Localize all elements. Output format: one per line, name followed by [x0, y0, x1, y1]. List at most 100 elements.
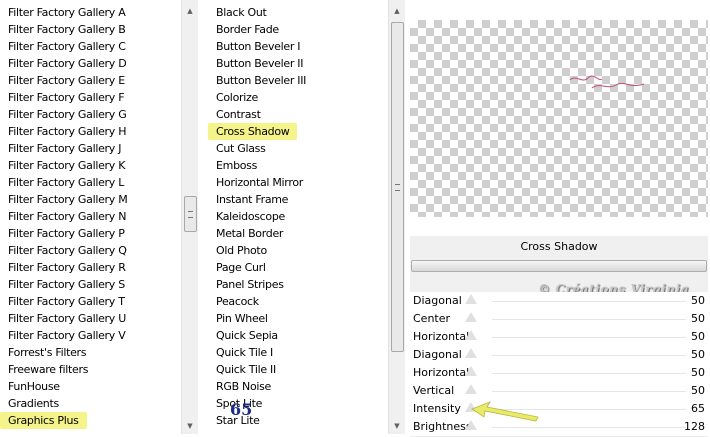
category-item[interactable]: Filter Factory Gallery E — [0, 72, 181, 89]
category-item[interactable]: Filter Factory Gallery N — [0, 208, 181, 225]
arrow-pointer-icon — [471, 401, 539, 422]
progress-bar — [411, 260, 707, 272]
scroll-down-arrow-icon[interactable]: ▼ — [389, 418, 405, 434]
slider-track[interactable] — [492, 301, 686, 302]
category-item[interactable]: Filter Factory Gallery Q — [0, 242, 181, 259]
param-label: Horizontal — [413, 366, 470, 379]
param-row[interactable]: Horizontal 50 — [410, 364, 708, 383]
category-item[interactable]: Filter Factory Gallery K — [0, 157, 181, 174]
category-item[interactable]: Filter Factory Gallery H — [0, 123, 181, 140]
param-row[interactable]: Intensity 65 — [410, 400, 708, 419]
param-row[interactable]: Horizontal 50 — [410, 328, 708, 347]
filter-item[interactable]: RGB Noise — [208, 378, 388, 395]
scroll-thumb[interactable] — [391, 22, 404, 352]
param-label: Intensity — [413, 402, 461, 415]
filter-item[interactable]: Quick Tile I — [208, 344, 388, 361]
param-label: Diagonal — [413, 294, 462, 307]
param-value: 50 — [691, 348, 705, 361]
param-label: Horizontal — [413, 330, 470, 343]
slider-knob-icon[interactable] — [465, 312, 477, 322]
filter-item[interactable]: Emboss — [208, 157, 388, 174]
param-label: Diagonal — [413, 348, 462, 361]
category-item[interactable]: Graphics Plus — [0, 412, 87, 429]
filter-item[interactable]: Instant Frame — [208, 191, 388, 208]
param-row[interactable]: Diagonal 50 — [410, 346, 708, 365]
slider-track[interactable] — [492, 337, 686, 338]
category-item[interactable]: Filter Factory Gallery R — [0, 259, 181, 276]
category-item[interactable]: Filter Factory Gallery P — [0, 225, 181, 242]
param-row[interactable]: Brightness 128 — [410, 418, 708, 437]
filter-list[interactable]: Black Out Border Fade Button Beveler I Butt… — [208, 0, 388, 434]
category-item[interactable]: Filter Factory Gallery V — [0, 327, 181, 344]
param-label: Brightness — [413, 420, 472, 433]
param-value: 50 — [691, 330, 705, 343]
filter-item[interactable]: Quick Sepia — [208, 327, 388, 344]
category-item[interactable]: Filter Factory Gallery D — [0, 55, 181, 72]
filter-title: Cross Shadow — [520, 240, 598, 253]
slider-track[interactable] — [492, 319, 686, 320]
filter-item[interactable]: Pin Wheel — [208, 310, 388, 327]
preview-canvas — [410, 20, 708, 217]
category-item[interactable]: Filter Factory Gallery U — [0, 310, 181, 327]
filter-item[interactable]: Page Curl — [208, 259, 388, 276]
filter-item[interactable]: Cut Glass — [208, 140, 388, 157]
category-item[interactable]: Filter Factory Gallery T — [0, 293, 181, 310]
param-row[interactable]: Diagonal 50 — [410, 292, 708, 311]
category-item[interactable]: Freeware filters — [0, 361, 181, 378]
intensity-callout-value: 65 — [230, 400, 253, 419]
category-item[interactable]: Filter Factory Gallery B — [0, 21, 181, 38]
filter-item[interactable]: Metal Border — [208, 225, 388, 242]
filter-item[interactable]: Button Beveler II — [208, 55, 388, 72]
filter-item[interactable]: Colorize — [208, 89, 388, 106]
scroll-down-arrow-icon[interactable]: ▼ — [182, 418, 198, 434]
filter-item[interactable]: Button Beveler I — [208, 38, 388, 55]
filter-item[interactable]: Cross Shadow — [208, 123, 298, 140]
param-label: Center — [413, 312, 451, 325]
slider-knob-icon[interactable] — [465, 366, 477, 376]
slider-knob-icon[interactable] — [465, 294, 477, 304]
slider-knob-icon[interactable] — [465, 330, 477, 340]
slider-track[interactable] — [492, 391, 686, 392]
slider-knob-icon[interactable] — [465, 384, 477, 394]
param-value: 65 — [691, 402, 705, 415]
slider-track[interactable] — [492, 373, 686, 374]
category-item[interactable]: Filter Factory Gallery G — [0, 106, 181, 123]
param-value: 50 — [691, 384, 705, 397]
category-item[interactable]: Filter Factory Gallery A — [0, 4, 181, 21]
category-item[interactable]: Filter Factory Gallery J — [0, 140, 181, 157]
filter-scrollbar[interactable]: ▲ ▼ — [388, 0, 405, 434]
param-value: 128 — [684, 420, 705, 433]
category-item[interactable]: Forrest's Filters — [0, 344, 181, 361]
category-item[interactable]: Filter Factory Gallery L — [0, 174, 181, 191]
slider-track[interactable] — [492, 355, 686, 356]
filter-item[interactable]: Border Fade — [208, 21, 388, 38]
filter-item[interactable]: Old Photo — [208, 242, 388, 259]
scroll-up-arrow-icon[interactable]: ▲ — [182, 3, 198, 19]
scroll-up-arrow-icon[interactable]: ▲ — [389, 3, 405, 19]
grip-icon — [395, 183, 400, 191]
category-list[interactable]: Filter Factory Gallery A Filter Factory G… — [0, 0, 181, 434]
category-item[interactable]: Filter Factory Gallery S — [0, 276, 181, 293]
param-row[interactable]: Vertical 50 — [410, 382, 708, 401]
settings-panel: Cross Shadow © Créations Virginia Diagon… — [410, 236, 708, 437]
param-value: 50 — [691, 366, 705, 379]
filter-item[interactable]: Black Out — [208, 4, 388, 21]
category-item[interactable]: Gradients — [0, 395, 181, 412]
filter-item[interactable]: Contrast — [208, 106, 388, 123]
filter-item[interactable]: Quick Tile II — [208, 361, 388, 378]
filter-item[interactable]: Button Beveler III — [208, 72, 388, 89]
category-item[interactable]: Filter Factory Gallery F — [0, 89, 181, 106]
category-scrollbar[interactable]: ▲ ▼ — [181, 0, 198, 434]
filter-item[interactable]: Peacock — [208, 293, 388, 310]
filter-item[interactable]: Panel Stripes — [208, 276, 388, 293]
slider-knob-icon[interactable] — [465, 348, 477, 358]
filter-item[interactable]: Horizontal Mirror — [208, 174, 388, 191]
scroll-thumb[interactable] — [184, 196, 197, 232]
param-row[interactable]: Center 50 — [410, 310, 708, 329]
category-item[interactable]: Filter Factory Gallery M — [0, 191, 181, 208]
signature-preview-icon — [569, 75, 645, 89]
category-item[interactable]: Filter Factory Gallery C — [0, 38, 181, 55]
category-item[interactable]: FunHouse — [0, 378, 181, 395]
slider-track[interactable] — [492, 427, 686, 428]
filter-item[interactable]: Kaleidoscope — [208, 208, 388, 225]
